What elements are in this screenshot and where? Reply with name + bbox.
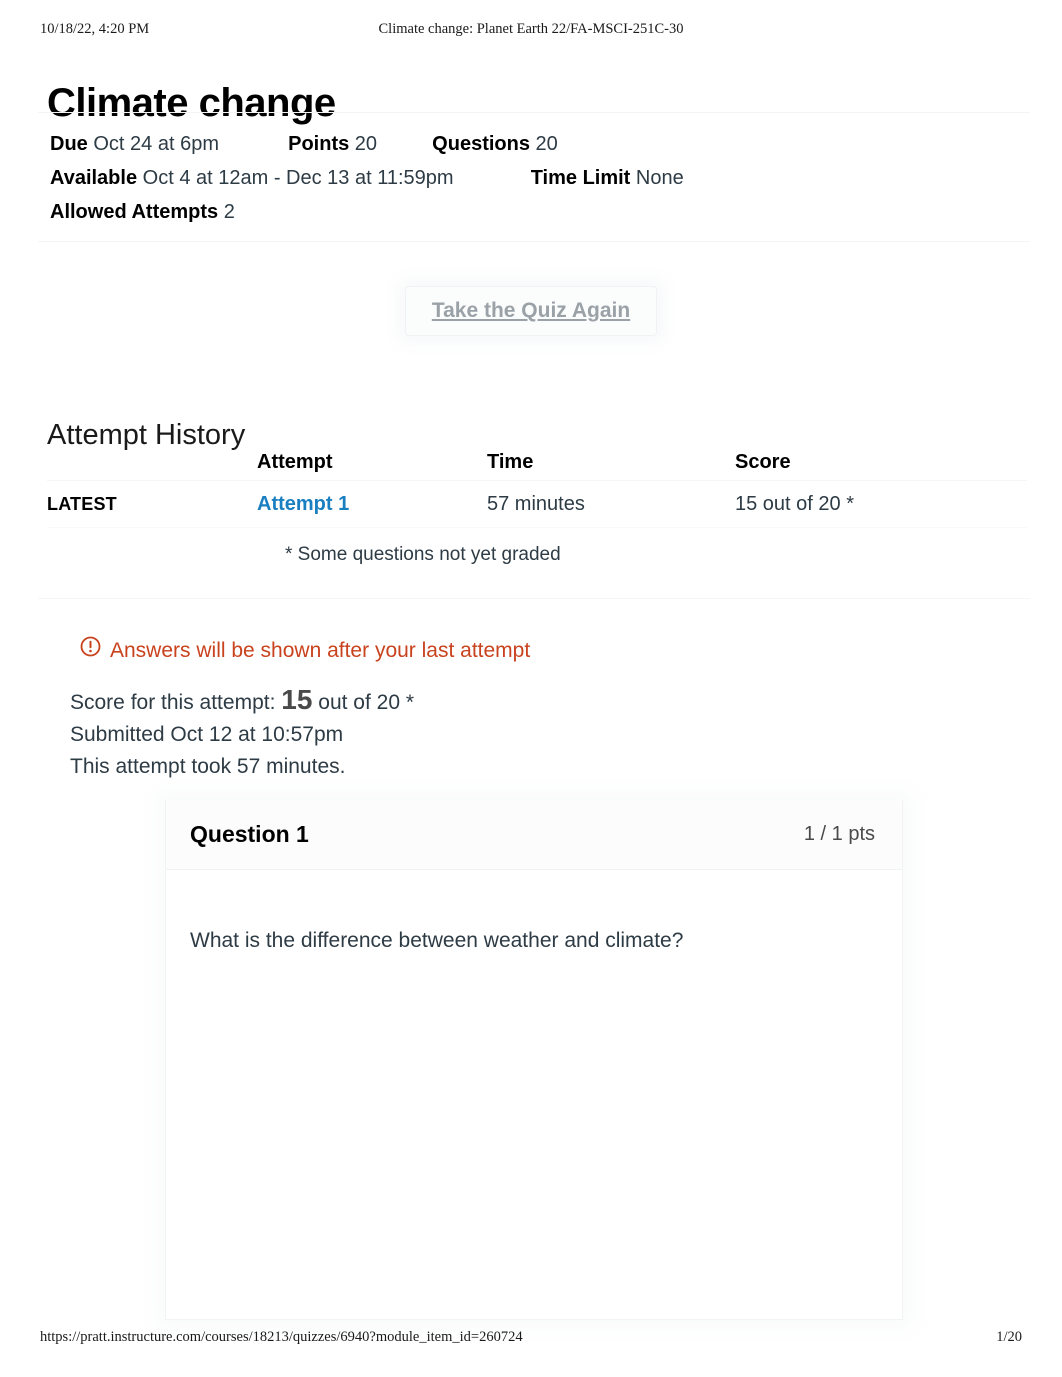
column-header-time: Time (487, 444, 735, 481)
quiz-results-page: Climate change Due Oct 24 at 6pm Points … (0, 0, 1062, 1377)
column-header-flag (47, 444, 257, 481)
quiz-meta-row-2: Available Oct 4 at 12am - Dec 13 at 11:5… (50, 161, 1018, 195)
submitted-line: Submitted Oct 12 at 10:57pm (70, 723, 344, 746)
section-divider (38, 598, 1030, 599)
question-title: Question 1 (190, 821, 309, 847)
questions-value: 20 (535, 133, 558, 155)
answers-hidden-warning-text: Answers will be shown after your last at… (110, 638, 531, 662)
available-value: Oct 4 at 12am - Dec 13 at 11:59pm (142, 167, 454, 189)
attempt-summary: Score for this attempt: 15 out of 20 * S… (70, 686, 414, 783)
attempt-history-table: Attempt Time Score LATEST Attempt 1 57 m… (47, 444, 1027, 528)
ungraded-questions-note: * Some questions not yet graded (285, 544, 561, 565)
question-text: What is the difference between weather a… (190, 929, 684, 952)
question-points: 1 / 1 pts (803, 823, 875, 845)
exclamation-circle-icon (80, 636, 101, 665)
attempt-score-cell: 15 out of 20 * (735, 480, 1027, 528)
allowed-attempts-label: Allowed Attempts (50, 201, 219, 223)
points-value: 20 (354, 133, 378, 155)
attempt-score-line: Score for this attempt: 15 out of 20 * (70, 686, 414, 719)
due-label: Due (50, 133, 88, 155)
quiz-meta-block: Due Oct 24 at 6pm Points 20 Questions 20… (38, 112, 1030, 242)
latest-label: LATEST (47, 493, 117, 514)
print-source-url: https://pratt.instructure.com/courses/18… (40, 1329, 523, 1345)
attempt-time-cell: 57 minutes (487, 480, 735, 528)
take-quiz-again-button[interactable]: Take the Quiz Again (404, 286, 658, 336)
quiz-meta-row-1: Due Oct 24 at 6pm Points 20 Questions 20 (50, 127, 1018, 161)
available-label: Available (50, 167, 138, 189)
question-card: Question 1 1 / 1 pts What is the differe… (165, 800, 903, 1320)
latest-badge: LATEST (47, 480, 257, 528)
print-page-number: 1/20 (996, 1329, 1022, 1345)
quiz-meta-row-3: Allowed Attempts 2 (50, 195, 1018, 229)
question-header: Question 1 1 / 1 pts (166, 800, 902, 870)
questions-label: Questions (432, 133, 530, 155)
due-value: Oct 24 at 6pm (93, 133, 219, 155)
attempt-cell: Attempt 1 (257, 480, 487, 528)
score-prefix-label: Score for this attempt: (70, 691, 276, 714)
retake-button-container: Take the Quiz Again (0, 286, 1062, 336)
score-suffix-label: out of 20 * (318, 691, 415, 714)
duration-line: This attempt took 57 minutes. (70, 755, 346, 778)
table-header-row: Attempt Time Score (47, 444, 1027, 481)
score-value: 15 (281, 684, 313, 715)
time-limit-label: Time Limit (530, 167, 631, 189)
points-label: Points (288, 133, 350, 155)
answers-hidden-warning: Answers will be shown after your last at… (80, 636, 530, 665)
question-body: What is the difference between weather a… (166, 870, 902, 956)
column-header-attempt: Attempt (257, 444, 487, 481)
allowed-attempts-value: 2 (223, 201, 235, 223)
table-row: LATEST Attempt 1 57 minutes 15 out of 20… (47, 480, 1027, 528)
attempt-1-link[interactable]: Attempt 1 (257, 493, 349, 515)
column-header-score: Score (735, 444, 1027, 481)
time-limit-value: None (635, 167, 684, 189)
